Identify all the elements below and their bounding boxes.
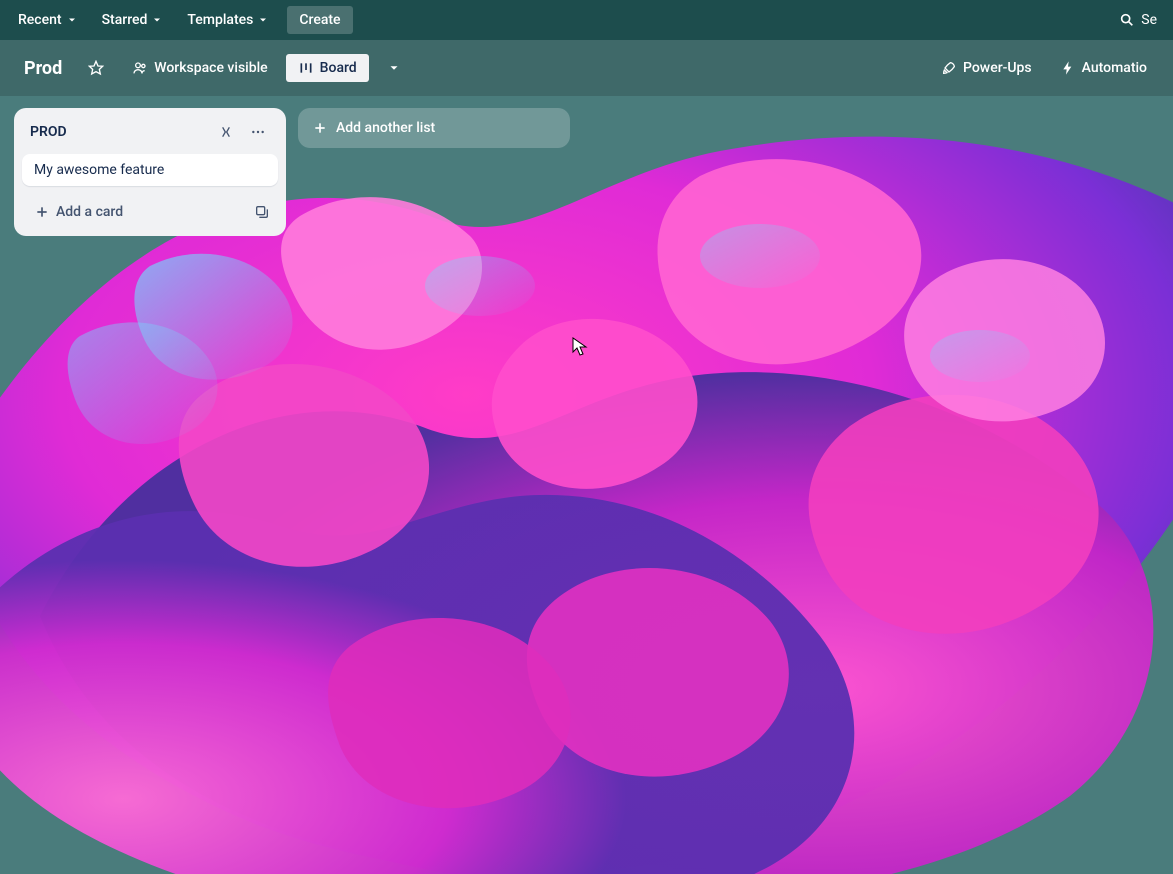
list-header: PROD bbox=[22, 116, 278, 146]
collapse-icon bbox=[218, 124, 234, 140]
nav-templates-label: Templates bbox=[187, 12, 253, 28]
list-footer: Add a card bbox=[22, 194, 278, 228]
list-menu-button[interactable] bbox=[246, 120, 270, 144]
chevron-down-icon bbox=[151, 14, 163, 26]
board-view-label: Board bbox=[320, 60, 357, 76]
chevron-down-icon bbox=[257, 14, 269, 26]
card-template-button[interactable] bbox=[250, 200, 274, 224]
search-placeholder: Se bbox=[1141, 12, 1157, 28]
automation-button[interactable]: Automatio bbox=[1050, 54, 1157, 82]
list: PROD My awesome feature Add a card bbox=[14, 108, 286, 236]
workspace-visibility-label: Workspace visible bbox=[154, 60, 267, 76]
powerups-label: Power-Ups bbox=[963, 60, 1032, 76]
template-icon bbox=[254, 204, 270, 220]
chevron-down-icon bbox=[66, 14, 78, 26]
add-list-label: Add another list bbox=[336, 120, 435, 136]
workspace-visibility-button[interactable]: Workspace visible bbox=[122, 54, 277, 82]
board-canvas: PROD My awesome feature Add a card bbox=[0, 96, 1173, 248]
plus-icon bbox=[34, 204, 50, 220]
rocket-icon bbox=[941, 60, 957, 76]
star-board-button[interactable] bbox=[78, 54, 114, 82]
nav-recent[interactable]: Recent bbox=[8, 6, 88, 34]
add-list-button[interactable]: Add another list bbox=[298, 108, 570, 148]
bolt-icon bbox=[1060, 60, 1076, 76]
list-header-actions bbox=[214, 120, 270, 144]
board-header: Prod Workspace visible Board Power-Ups A… bbox=[0, 40, 1173, 96]
board-icon bbox=[298, 60, 314, 76]
top-nav: Recent Starred Templates Create Se bbox=[0, 0, 1173, 40]
nav-starred-label: Starred bbox=[102, 12, 148, 28]
nav-templates[interactable]: Templates bbox=[177, 6, 279, 34]
search-button[interactable]: Se bbox=[1111, 6, 1165, 34]
nav-starred[interactable]: Starred bbox=[92, 6, 174, 34]
create-button[interactable]: Create bbox=[287, 6, 352, 34]
add-card-label: Add a card bbox=[56, 204, 123, 220]
automation-label: Automatio bbox=[1082, 60, 1147, 76]
search-icon bbox=[1119, 12, 1135, 28]
collapse-list-button[interactable] bbox=[214, 120, 238, 144]
people-icon bbox=[132, 60, 148, 76]
board-title[interactable]: Prod bbox=[16, 54, 70, 83]
list-title[interactable]: PROD bbox=[30, 124, 67, 140]
nav-recent-label: Recent bbox=[18, 12, 62, 28]
plus-icon bbox=[312, 120, 328, 136]
powerups-button[interactable]: Power-Ups bbox=[931, 54, 1042, 82]
star-icon bbox=[88, 60, 104, 76]
add-card-button[interactable]: Add a card bbox=[26, 198, 250, 226]
ellipsis-icon bbox=[250, 124, 266, 140]
board-view-button[interactable]: Board bbox=[286, 54, 369, 82]
create-button-label: Create bbox=[299, 12, 340, 28]
card-title: My awesome feature bbox=[34, 162, 164, 178]
chevron-down-icon bbox=[387, 61, 401, 75]
view-switcher-dropdown[interactable] bbox=[377, 55, 411, 81]
card[interactable]: My awesome feature bbox=[22, 154, 278, 186]
